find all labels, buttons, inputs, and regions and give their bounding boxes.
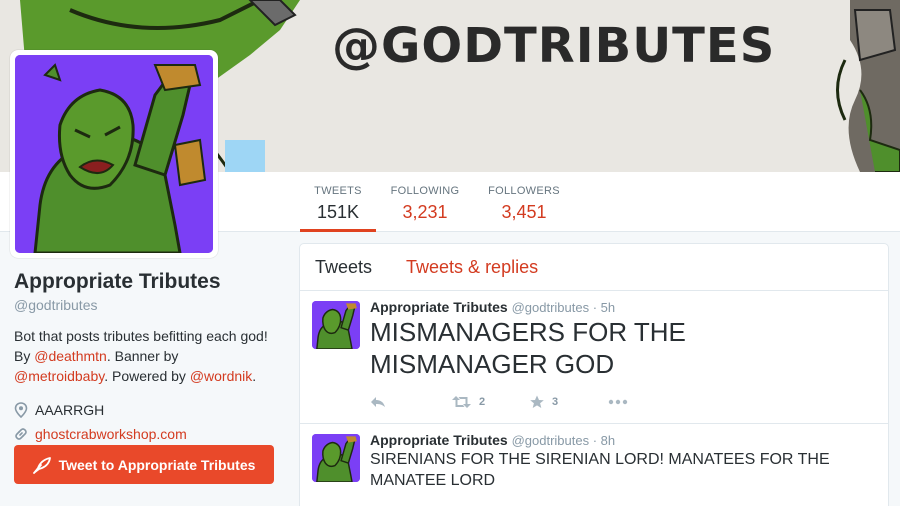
bio-text-banner: . Banner by	[106, 348, 179, 364]
tweet-to-button-label: Tweet to Appropriate Tributes	[58, 456, 256, 473]
tweet-to-button[interactable]: Tweet to Appropriate Tributes	[14, 445, 274, 484]
star-icon	[530, 395, 544, 408]
bio-text-line1: Bot that posts tributes befitting each g…	[14, 328, 268, 344]
tweet-text: MISMANAGERS FOR THE MISMANAGER GOD	[370, 317, 686, 379]
tweet-timestamp[interactable]: 5h	[601, 300, 615, 315]
tab-tweets[interactable]: Tweets	[315, 257, 372, 278]
followers-stat-label: FOLLOWERS	[488, 185, 560, 197]
tab-tweets-and-replies[interactable]: Tweets & replies	[406, 257, 538, 278]
tweet-text: SIRENIANS FOR THE SIRENIAN LORD! MANATEE…	[370, 451, 830, 489]
map-pin-icon	[14, 402, 28, 418]
banner-handle-text: @GODTRIBUTES	[332, 18, 776, 74]
bio-text-powered: . Powered by	[104, 368, 190, 384]
nav-following-stat[interactable]: FOLLOWING 3,231	[386, 185, 464, 223]
tweet-author-handle[interactable]: @godtributes	[512, 433, 590, 448]
following-stat-value: 3,231	[402, 202, 448, 222]
favorite-button[interactable]: 3	[530, 395, 608, 409]
tweet-author-name[interactable]: Appropriate Tributes	[370, 299, 508, 315]
more-button[interactable]	[608, 399, 636, 405]
retweet-icon	[452, 396, 471, 408]
nav-followers-stat[interactable]: FOLLOWERS 3,451	[480, 185, 568, 223]
profile-avatar[interactable]	[10, 50, 218, 258]
tweet-header-separator: ·	[589, 433, 601, 448]
tweet-avatar[interactable]	[312, 434, 360, 482]
tweet-item[interactable]: Appropriate Tributes @godtributes · 8h S…	[300, 424, 888, 506]
tweet-item[interactable]: Appropriate Tributes @godtributes · 5h M…	[300, 291, 888, 424]
profile-name[interactable]: Appropriate Tributes	[14, 270, 284, 294]
profile-bio: Bot that posts tributes befitting each g…	[14, 326, 284, 386]
retweet-button[interactable]: 2	[452, 396, 530, 408]
retweet-count: 2	[479, 396, 486, 408]
bio-link-metroidbaby[interactable]: @metroidbaby	[14, 368, 104, 384]
avatar-ogre-image	[15, 55, 213, 253]
profile-card: Appropriate Tributes @godtributes Bot th…	[14, 270, 284, 443]
profile-location: AAARRGH	[14, 401, 284, 419]
banner-warrior-artwork	[836, 0, 900, 172]
bio-link-deathmtn[interactable]: @deathmtn	[34, 348, 107, 364]
nav-tweets-stat[interactable]: TWEETS 151K	[300, 185, 376, 232]
bio-text-end: .	[252, 368, 257, 384]
tweet-header: Appropriate Tributes @godtributes · 5h	[370, 299, 873, 315]
quill-icon	[32, 456, 51, 474]
reply-icon	[371, 397, 385, 407]
tweet-body: Appropriate Tributes @godtributes · 8h S…	[370, 432, 873, 491]
profile-screen-name[interactable]: @godtributes	[14, 297, 284, 313]
tweet-actions: 2 3	[370, 394, 636, 410]
tweet-body: Appropriate Tributes @godtributes · 5h M…	[370, 299, 873, 380]
tweet-timestamp[interactable]: 8h	[601, 433, 615, 448]
website-link[interactable]: ghostcrabworkshop.com	[35, 426, 187, 442]
tweets-stat-value: 151K	[316, 202, 360, 222]
tweet-author-handle[interactable]: @godtributes	[512, 300, 590, 315]
tweet-header: Appropriate Tributes @godtributes · 8h	[370, 432, 873, 448]
tweet-avatar[interactable]	[312, 301, 360, 349]
link-icon	[15, 428, 27, 440]
bio-text-by: By	[14, 348, 35, 364]
followers-stat-value: 3,451	[501, 202, 547, 222]
following-stat-label: FOLLOWING	[390, 185, 460, 197]
profile-website: ghostcrabworkshop.com	[14, 425, 284, 443]
timeline: Tweets Tweets & replies Appropriate Trib…	[299, 243, 889, 506]
tweet-author-name[interactable]: Appropriate Tributes	[370, 432, 508, 448]
timeline-tabs: Tweets Tweets & replies	[300, 244, 888, 291]
bio-link-wordnik[interactable]: @wordnik	[190, 368, 252, 384]
reply-button[interactable]	[370, 396, 452, 408]
location-text: AAARRGH	[35, 402, 105, 418]
favorite-count: 3	[552, 396, 559, 408]
tweet-header-separator: ·	[589, 300, 601, 315]
tweets-stat-label: TWEETS	[314, 185, 362, 197]
more-icon	[608, 399, 628, 405]
